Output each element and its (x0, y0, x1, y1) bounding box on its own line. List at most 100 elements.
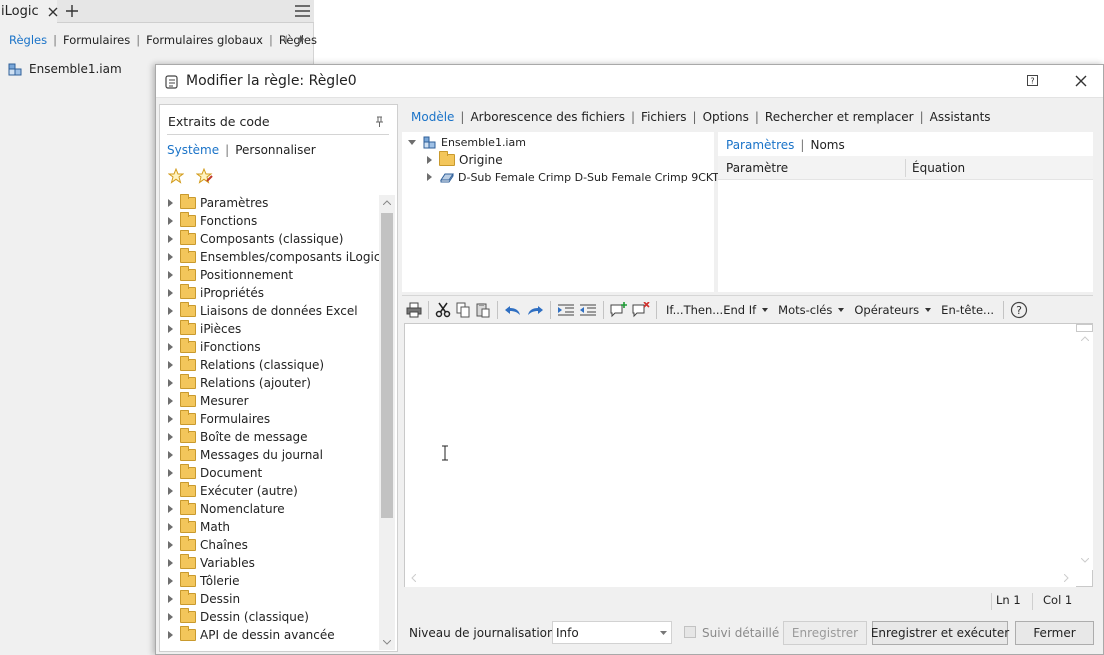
comment-icon[interactable] (610, 299, 628, 321)
copy-icon[interactable] (455, 299, 471, 321)
close-button[interactable]: Fermer (1015, 621, 1094, 645)
scroll-up-icon[interactable] (383, 200, 391, 205)
snippet-category[interactable]: Mesurer (168, 392, 249, 410)
snippet-category[interactable]: Formulaires (168, 410, 270, 428)
tab-assistants[interactable]: Assistants (930, 110, 991, 124)
expand-icon[interactable] (168, 271, 173, 279)
cut-icon[interactable] (435, 299, 451, 321)
print-icon[interactable] (406, 299, 422, 321)
header-button[interactable]: En-tête... (941, 303, 994, 317)
expand-icon[interactable] (168, 433, 173, 441)
ilogic-root-item[interactable]: Ensemble1.iam (8, 62, 122, 76)
scroll-right-icon[interactable] (299, 35, 305, 43)
collapse-icon[interactable] (408, 139, 416, 145)
snippet-category[interactable]: Chaînes (168, 536, 248, 554)
expand-icon[interactable] (168, 541, 173, 549)
snippet-category[interactable]: iFonctions (168, 338, 261, 356)
expand-icon[interactable] (168, 397, 173, 405)
expand-icon[interactable] (168, 595, 173, 603)
tree-root[interactable]: Ensemble1.iam (408, 133, 526, 151)
subtab-regles[interactable]: Règles (9, 33, 47, 47)
tab-modele[interactable]: Modèle (411, 110, 454, 124)
snippet-category[interactable]: Relations (classique) (168, 356, 324, 374)
expand-icon[interactable] (168, 235, 173, 243)
snippet-category[interactable]: Boîte de message (168, 428, 308, 446)
snippet-category[interactable]: iPropriétés (168, 284, 264, 302)
undo-icon[interactable] (504, 299, 522, 321)
snippet-category[interactable]: Math (168, 518, 230, 536)
snippet-category[interactable]: Tôlerie (168, 572, 239, 590)
keywords-dropdown[interactable]: Mots-clés (778, 303, 845, 317)
expand-icon[interactable] (427, 173, 432, 181)
expand-icon[interactable] (168, 487, 173, 495)
tab-personnaliser[interactable]: Personnaliser (235, 143, 316, 157)
snippet-category[interactable]: Exécuter (autre) (168, 482, 298, 500)
menu-icon[interactable] (295, 5, 310, 17)
scrollbar-thumb[interactable] (1076, 324, 1093, 332)
expand-icon[interactable] (168, 559, 173, 567)
snippet-category[interactable]: Paramètres (168, 194, 268, 212)
snippet-category[interactable]: Messages du journal (168, 446, 323, 464)
log-level-select[interactable]: Info (552, 621, 672, 644)
tab-noms[interactable]: Noms (810, 138, 844, 152)
help-circle-icon[interactable]: ? (1010, 299, 1028, 321)
snippet-category[interactable]: Fonctions (168, 212, 257, 230)
expand-icon[interactable] (168, 217, 173, 225)
expand-icon[interactable] (168, 505, 173, 513)
tree-item-component[interactable]: D-Sub Female Crimp D-Sub Female Crimp 9C… (427, 168, 728, 186)
expand-icon[interactable] (168, 631, 173, 639)
snippet-category[interactable]: Dessin (classique) (168, 608, 309, 626)
scroll-up-icon[interactable] (1081, 336, 1089, 341)
edit-favorite-star-icon[interactable] (196, 168, 214, 184)
pin-icon[interactable] (375, 116, 384, 127)
tab-parametres[interactable]: Paramètres (726, 138, 794, 152)
expand-icon[interactable] (168, 343, 173, 351)
favorite-star-icon[interactable] (168, 168, 184, 184)
snippet-category[interactable]: Nomenclature (168, 500, 285, 518)
redo-icon[interactable] (526, 299, 544, 321)
indent-icon[interactable] (557, 299, 575, 321)
code-editor[interactable] (404, 323, 1093, 587)
dialog-close-icon[interactable] (1075, 75, 1087, 87)
help-icon[interactable]: ? (1027, 75, 1038, 86)
expand-icon[interactable] (168, 577, 173, 585)
expand-icon[interactable] (168, 253, 173, 261)
outdent-icon[interactable] (579, 299, 597, 321)
paste-icon[interactable] (475, 299, 491, 321)
snippet-category[interactable]: Liaisons de données Excel (168, 302, 358, 320)
editor-horizontal-scrollbar[interactable] (405, 570, 1076, 587)
expand-icon[interactable] (168, 289, 173, 297)
expand-icon[interactable] (427, 156, 432, 164)
snippet-category[interactable]: Document (168, 464, 262, 482)
if-then-dropdown[interactable]: If...Then...End If (666, 303, 769, 317)
scroll-left-icon[interactable] (282, 35, 288, 43)
scrollbar-thumb[interactable] (381, 213, 393, 518)
expand-icon[interactable] (168, 523, 173, 531)
snippet-category[interactable]: Variables (168, 554, 255, 572)
snippet-category[interactable]: Composants (classique) (168, 230, 343, 248)
tab-arborescence[interactable]: Arborescence des fichiers (470, 110, 625, 124)
tab-fichiers[interactable]: Fichiers (641, 110, 686, 124)
snippet-category[interactable]: Ensembles/composants iLogic (168, 248, 380, 266)
snippet-scrollbar[interactable] (379, 195, 395, 650)
scroll-left-icon[interactable] (411, 574, 416, 582)
tree-item-origine[interactable]: Origine (427, 151, 503, 169)
scroll-down-icon[interactable] (383, 640, 391, 645)
new-tab-icon[interactable] (66, 5, 78, 17)
expand-icon[interactable] (168, 307, 173, 315)
expand-icon[interactable] (168, 451, 173, 459)
column-equation[interactable]: Équation (912, 161, 965, 175)
subtab-formulaires-globaux[interactable]: Formulaires globaux (146, 33, 263, 47)
snippet-category[interactable]: Dessin (168, 590, 240, 608)
operators-dropdown[interactable]: Opérateurs (854, 303, 932, 317)
editor-vertical-scrollbar[interactable] (1076, 324, 1093, 570)
snippet-category[interactable]: Positionnement (168, 266, 293, 284)
snippet-category[interactable]: iPièces (168, 320, 241, 338)
expand-icon[interactable] (168, 613, 173, 621)
uncomment-icon[interactable] (632, 299, 650, 321)
tab-rechercher[interactable]: Rechercher et remplacer (765, 110, 914, 124)
expand-icon[interactable] (168, 379, 173, 387)
expand-icon[interactable] (168, 199, 173, 207)
snippet-category[interactable]: API de dessin avancée (168, 626, 335, 644)
expand-icon[interactable] (168, 469, 173, 477)
